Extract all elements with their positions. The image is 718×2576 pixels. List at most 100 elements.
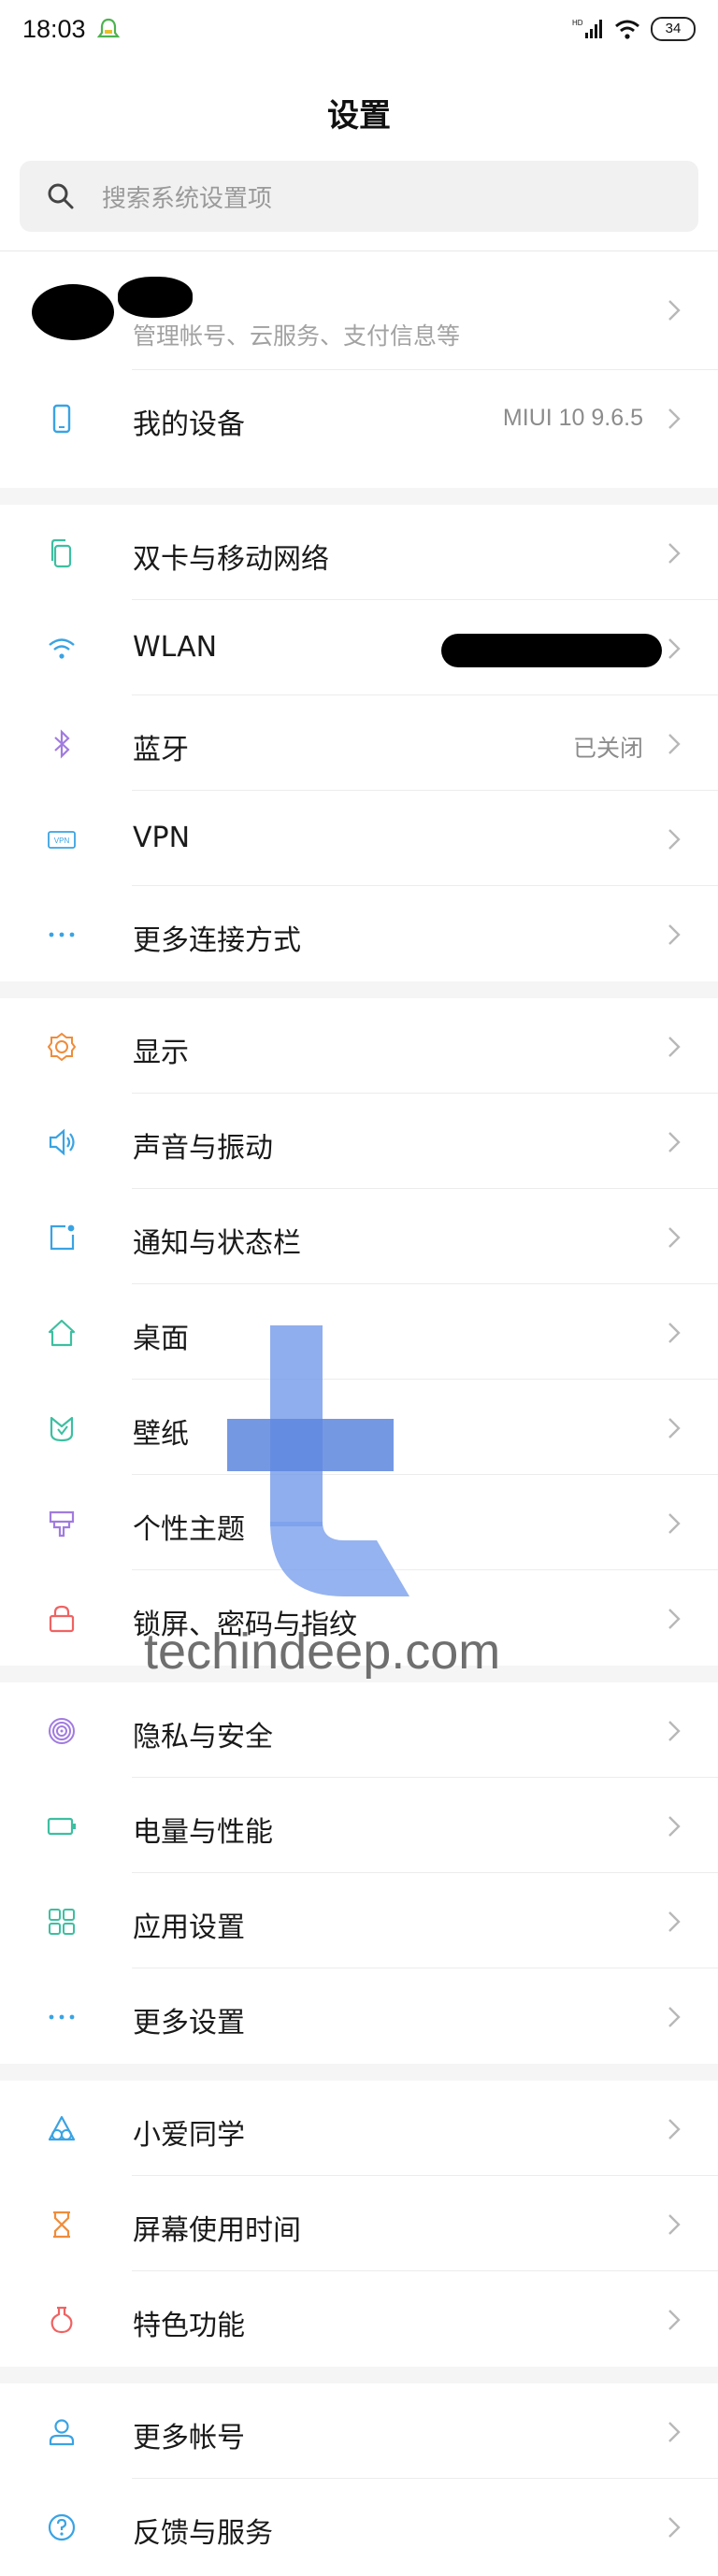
bluetooth-label: 蓝牙 bbox=[133, 734, 189, 766]
xiaoai-label: 小爱同学 bbox=[133, 2119, 245, 2152]
xiaoai-row[interactable]: 小爱同学 bbox=[0, 2081, 718, 2176]
notifications-label: 通知与状态栏 bbox=[133, 1227, 301, 1260]
display-label: 显示 bbox=[133, 1037, 189, 1069]
search-placeholder: 搜索系统设置项 bbox=[102, 185, 273, 213]
notification-bell-icon bbox=[95, 17, 122, 43]
account-name bbox=[118, 277, 193, 318]
chevron-right-icon bbox=[666, 2116, 682, 2142]
chevron-right-icon bbox=[666, 297, 682, 323]
section-gap bbox=[0, 2064, 718, 2081]
bluetooth-row[interactable]: 蓝牙 已关闭 bbox=[0, 695, 718, 791]
feedback-row[interactable]: 反馈与服务 bbox=[0, 2479, 718, 2574]
section-gap bbox=[0, 488, 718, 505]
my-device-label: 我的设备 bbox=[133, 408, 245, 441]
chevron-right-icon bbox=[666, 1718, 682, 1744]
status-bar: 18:03 HD 34 bbox=[0, 0, 718, 62]
dual-sim-icon bbox=[47, 538, 77, 568]
notification-icon bbox=[47, 1223, 77, 1252]
watermark-logo bbox=[227, 1325, 414, 1606]
bluetooth-status: 已关闭 bbox=[572, 736, 643, 762]
chevron-right-icon bbox=[666, 1034, 682, 1060]
my-device-row[interactable]: 我的设备 MIUI 10 9.6.5 bbox=[0, 370, 718, 465]
network-type: HD bbox=[572, 19, 583, 27]
chevron-right-icon bbox=[666, 1606, 682, 1632]
chevron-right-icon bbox=[666, 1129, 682, 1155]
chevron-right-icon bbox=[666, 2514, 682, 2540]
account-subtitle: 管理帐号、云服务、支付信息等 bbox=[133, 322, 461, 350]
notifications-row[interactable]: 通知与状态栏 bbox=[0, 1189, 718, 1284]
brightness-icon bbox=[47, 1032, 77, 1062]
home-screen-label: 桌面 bbox=[133, 1323, 189, 1355]
special-features-row[interactable]: 特色功能 bbox=[0, 2271, 718, 2367]
privacy-row[interactable]: 隐私与安全 bbox=[0, 1682, 718, 1778]
xiaoai-icon bbox=[47, 2114, 77, 2144]
chevron-right-icon bbox=[666, 1320, 682, 1346]
more-connections-row[interactable]: 更多连接方式 bbox=[0, 886, 718, 981]
chevron-right-icon bbox=[666, 1909, 682, 1935]
section-gap bbox=[0, 981, 718, 998]
more-connections-label: 更多连接方式 bbox=[133, 924, 301, 957]
screen-time-row[interactable]: 屏幕使用时间 bbox=[0, 2176, 718, 2271]
chevron-right-icon bbox=[666, 1224, 682, 1251]
dual-sim-label: 双卡与移动网络 bbox=[133, 543, 329, 576]
bluetooth-icon bbox=[47, 729, 77, 759]
chevron-right-icon bbox=[666, 922, 682, 948]
chevron-right-icon bbox=[666, 1813, 682, 1839]
help-question-icon bbox=[47, 2512, 77, 2542]
battery-performance-row[interactable]: 电量与性能 bbox=[0, 1778, 718, 1873]
battery-performance-label: 电量与性能 bbox=[133, 1816, 273, 1849]
wifi-status-icon bbox=[613, 18, 641, 40]
wlan-label: WLAN bbox=[133, 631, 218, 664]
dual-sim-row[interactable]: 双卡与移动网络 bbox=[0, 505, 718, 600]
wifi-icon bbox=[47, 634, 77, 664]
chevron-right-icon bbox=[666, 1510, 682, 1537]
chevron-right-icon bbox=[666, 2307, 682, 2333]
chevron-right-icon bbox=[666, 2211, 682, 2238]
apps-grid-icon bbox=[47, 1907, 77, 1937]
status-time: 18:03 bbox=[22, 15, 86, 43]
more-dots-icon bbox=[47, 2002, 77, 2032]
miui-version: MIUI 10 9.6.5 bbox=[502, 405, 643, 431]
watermark-text: techindeep.com bbox=[144, 1624, 501, 1680]
svg-text:VPN: VPN bbox=[54, 837, 70, 845]
more-accounts-label: 更多帐号 bbox=[133, 2422, 245, 2454]
vpn-label: VPN bbox=[133, 822, 191, 854]
sound-row[interactable]: 声音与振动 bbox=[0, 1094, 718, 1189]
app-settings-label: 应用设置 bbox=[133, 1911, 245, 1944]
display-row[interactable]: 显示 bbox=[0, 998, 718, 1094]
sound-label: 声音与振动 bbox=[133, 1132, 273, 1165]
feedback-label: 反馈与服务 bbox=[133, 2517, 273, 2550]
screen-time-label: 屏幕使用时间 bbox=[133, 2214, 301, 2247]
wlan-row[interactable]: WLAN bbox=[0, 600, 718, 695]
hourglass-icon bbox=[47, 2210, 77, 2240]
chevron-right-icon bbox=[666, 2004, 682, 2030]
more-settings-row[interactable]: 更多设置 bbox=[0, 1968, 718, 2064]
feature-flask-icon bbox=[47, 2305, 77, 2335]
wlan-network-name bbox=[441, 634, 662, 667]
battery-icon bbox=[47, 1811, 77, 1841]
signal-icon: HD bbox=[572, 18, 604, 40]
more-settings-label: 更多设置 bbox=[133, 2007, 245, 2039]
speaker-icon bbox=[47, 1127, 77, 1157]
chevron-right-icon bbox=[666, 406, 682, 432]
section-gap bbox=[0, 2367, 718, 2383]
account-row[interactable]: 管理帐号、云服务、支付信息等 bbox=[0, 250, 718, 370]
status-icons: HD 34 bbox=[572, 15, 696, 43]
chevron-right-icon bbox=[666, 540, 682, 566]
home-icon bbox=[47, 1318, 77, 1348]
chevron-right-icon bbox=[666, 636, 682, 662]
chevron-right-icon bbox=[666, 731, 682, 757]
wallpaper-icon bbox=[47, 1413, 77, 1443]
phone-icon bbox=[47, 404, 77, 434]
chevron-right-icon bbox=[666, 2419, 682, 2445]
lock-icon bbox=[47, 1604, 77, 1634]
theme-brush-icon bbox=[47, 1509, 77, 1538]
page-title: 设置 bbox=[327, 97, 391, 135]
more-accounts-row[interactable]: 更多帐号 bbox=[0, 2383, 718, 2479]
app-settings-row[interactable]: 应用设置 bbox=[0, 1873, 718, 1968]
search-input[interactable]: 搜索系统设置项 bbox=[20, 161, 698, 232]
user-icon bbox=[47, 2417, 77, 2447]
fingerprint-icon bbox=[47, 1716, 77, 1746]
vpn-row[interactable]: VPN VPN bbox=[0, 791, 718, 886]
more-dots-icon bbox=[47, 920, 77, 950]
